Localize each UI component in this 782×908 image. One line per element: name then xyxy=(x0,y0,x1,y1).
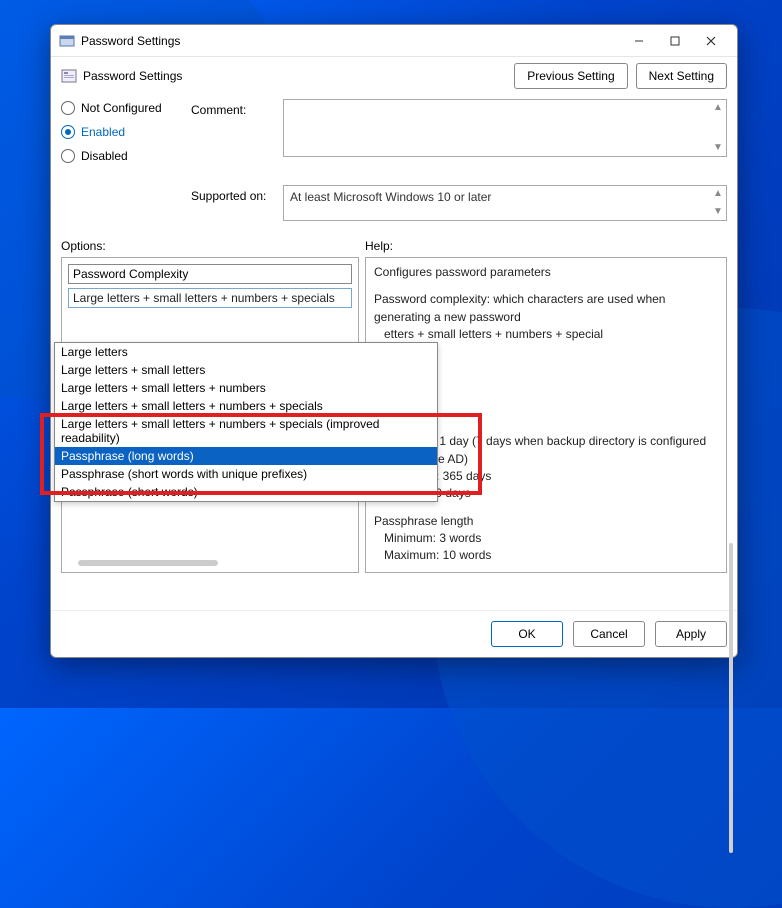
app-icon xyxy=(59,33,75,49)
dropdown-item[interactable]: Passphrase (short words with unique pref… xyxy=(55,465,437,483)
password-complexity-label: Password Complexity xyxy=(68,264,352,284)
dropdown-item[interactable]: Passphrase (short words) xyxy=(55,483,437,501)
next-setting-button[interactable]: Next Setting xyxy=(636,63,727,89)
scroll-up-icon[interactable]: ▲ xyxy=(712,102,724,114)
supported-label: Supported on: xyxy=(191,185,283,221)
help-pp-min: Minimum: 3 words xyxy=(384,531,481,545)
cancel-button[interactable]: Cancel xyxy=(573,621,645,647)
apply-button[interactable]: Apply xyxy=(655,621,727,647)
titlebar: Password Settings xyxy=(51,25,737,57)
policy-title: Password Settings xyxy=(83,69,182,83)
radio-not-configured[interactable]: Not Configured xyxy=(61,101,191,115)
radio-icon xyxy=(61,101,75,115)
window-title: Password Settings xyxy=(81,34,180,48)
radio-label: Not Configured xyxy=(81,101,162,115)
supported-on-box: At least Microsoft Windows 10 or later ▲… xyxy=(283,185,727,221)
radio-icon xyxy=(61,125,75,139)
dropdown-item[interactable]: Large letters + small letters + numbers xyxy=(55,379,437,397)
select-value: Large letters + small letters + numbers … xyxy=(73,291,335,305)
maximize-button[interactable] xyxy=(657,27,693,55)
radio-label: Disabled xyxy=(81,149,128,163)
help-intro: Configures password parameters xyxy=(374,264,718,281)
options-label: Options: xyxy=(61,239,365,253)
scroll-up-icon[interactable]: ▲ xyxy=(712,188,724,200)
dropdown-item[interactable]: Large letters + small letters + numbers … xyxy=(55,397,437,415)
comment-textarea[interactable]: ▲ ▼ xyxy=(283,99,727,157)
radio-icon xyxy=(61,149,75,163)
supported-value: At least Microsoft Windows 10 or later xyxy=(290,190,491,204)
pane-labels: Options: Help: xyxy=(51,225,737,257)
help-complexity: Password complexity: which characters ar… xyxy=(374,292,665,323)
dropdown-item[interactable]: Large letters + small letters xyxy=(55,361,437,379)
close-button[interactable] xyxy=(693,27,729,55)
dropdown-item[interactable]: Passphrase (long words) xyxy=(55,447,437,465)
help-scrollbar[interactable] xyxy=(729,543,733,853)
password-complexity-select[interactable]: Large letters + small letters + numbers … xyxy=(68,288,352,308)
scroll-down-icon[interactable]: ▼ xyxy=(712,206,724,218)
comment-label: Comment: xyxy=(191,99,283,173)
dialog-footer: OK Cancel Apply xyxy=(51,610,737,657)
help-complexity-2: etters + small letters + numbers + speci… xyxy=(384,327,603,341)
config-row: Not Configured Enabled Disabled Comment:… xyxy=(51,95,737,177)
dialog-window: Password Settings Password Settings Prev… xyxy=(50,24,738,658)
horizontal-scrollbar[interactable] xyxy=(78,560,218,566)
dropdown-item[interactable]: Large letters xyxy=(55,343,437,361)
policy-icon xyxy=(61,68,77,84)
radio-disabled[interactable]: Disabled xyxy=(61,149,191,163)
password-complexity-dropdown[interactable]: Large lettersLarge letters + small lette… xyxy=(54,342,438,502)
supported-row: Supported on: At least Microsoft Windows… xyxy=(51,181,737,225)
state-radios: Not Configured Enabled Disabled xyxy=(61,99,191,173)
minimize-button[interactable] xyxy=(621,27,657,55)
help-pp-max: Maximum: 10 words xyxy=(384,548,491,562)
help-pp-len: Passphrase length xyxy=(374,514,473,528)
radio-label: Enabled xyxy=(81,125,125,139)
radio-enabled[interactable]: Enabled xyxy=(61,125,191,139)
help-label: Help: xyxy=(365,239,727,253)
previous-setting-button[interactable]: Previous Setting xyxy=(514,63,627,89)
scroll-down-icon[interactable]: ▼ xyxy=(712,142,724,154)
ok-button[interactable]: OK xyxy=(491,621,563,647)
dropdown-item[interactable]: Large letters + small letters + numbers … xyxy=(55,415,437,447)
header-row: Password Settings Previous Setting Next … xyxy=(51,57,737,95)
